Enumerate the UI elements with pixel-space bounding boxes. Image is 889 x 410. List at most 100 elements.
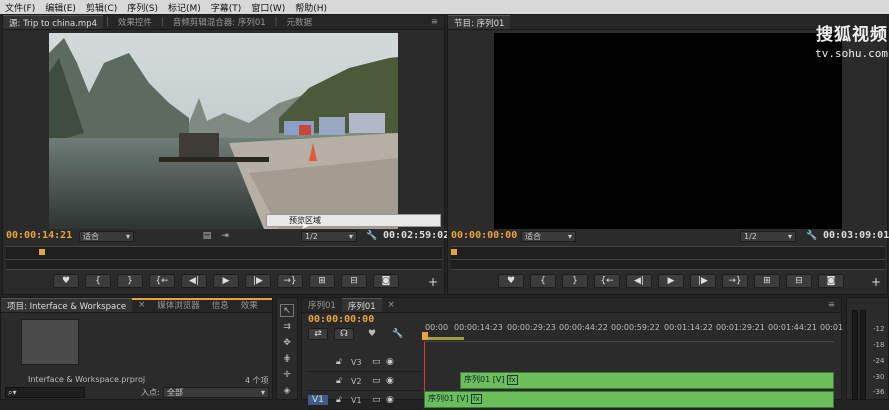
ripple-edit-tool-icon[interactable]: ✥ xyxy=(280,336,294,349)
tab-metadata[interactable]: 元数据 xyxy=(281,15,319,29)
clip-v2[interactable]: 序列01 [V] fx xyxy=(460,372,834,389)
search-field[interactable]: ⌕▾ xyxy=(5,387,85,398)
menu-file[interactable]: 文件(F) xyxy=(0,1,40,14)
go-to-out-button[interactable]: →} xyxy=(722,274,748,288)
track-select-tool-icon[interactable]: ⇉ xyxy=(280,320,294,333)
mark-in-button[interactable]: { xyxy=(530,274,556,288)
wrench-icon[interactable]: 🔧 xyxy=(806,230,818,242)
program-playhead[interactable] xyxy=(451,249,457,255)
sync-lock-icon[interactable]: ▭ xyxy=(372,376,381,386)
tab-effects[interactable]: 效果 xyxy=(235,298,264,312)
export-frame-button[interactable]: ◙ xyxy=(818,274,844,288)
work-area-bar[interactable] xyxy=(424,337,464,340)
mark-out-button[interactable]: } xyxy=(117,274,143,288)
play-button[interactable]: ▶ xyxy=(658,274,684,288)
mark-out-button[interactable]: } xyxy=(562,274,588,288)
project-thumbnail[interactable] xyxy=(21,319,79,365)
step-back-button[interactable]: ◀| xyxy=(626,274,652,288)
eye-icon[interactable]: ◉ xyxy=(386,395,394,405)
tab-effect-controls[interactable]: 效果控件 xyxy=(112,15,158,29)
search-icon: ⌕▾ xyxy=(8,387,17,397)
add-marker-button[interactable]: ♥ xyxy=(53,274,79,288)
panel-menu-icon[interactable]: ≡ xyxy=(822,298,841,312)
menu-sequence[interactable]: 序列(S) xyxy=(122,1,163,14)
tab-project[interactable]: 项目: Interface & Workspace xyxy=(1,298,133,312)
add-marker-icon[interactable]: ♥ xyxy=(366,328,378,340)
mark-in-button[interactable]: { xyxy=(85,274,111,288)
timeline-timecode[interactable]: 00:00:00:00 xyxy=(308,314,374,325)
eye-icon[interactable]: ◉ xyxy=(386,357,394,367)
play-button[interactable]: ▶ xyxy=(213,274,239,288)
sync-lock-icon[interactable]: ▭ xyxy=(372,395,381,405)
v1-source-patch[interactable]: V1 xyxy=(308,395,328,405)
close-icon[interactable]: × xyxy=(382,298,401,312)
program-fit-dropdown[interactable]: 适合 ▾ xyxy=(521,231,576,242)
go-to-out-button[interactable]: →} xyxy=(277,274,303,288)
extract-button[interactable]: ⊟ xyxy=(786,274,812,288)
timeline-ruler[interactable]: 00:00 00:00:14:23 00:00:29:23 00:00:44:2… xyxy=(422,320,843,342)
linked-selection-button[interactable]: ☊ xyxy=(334,328,354,340)
source-playhead[interactable] xyxy=(39,249,45,255)
lift-button[interactable]: ⊞ xyxy=(754,274,780,288)
tab-source[interactable]: 源: Trip to china.mp4 xyxy=(3,15,104,29)
river-landscape-image xyxy=(49,33,398,229)
go-to-in-button[interactable]: {← xyxy=(149,274,175,288)
tab-audio-mixer[interactable]: 音频剪辑混合器: 序列01 xyxy=(167,15,272,29)
source-tabs: 源: Trip to china.mp4 | 效果控件 | 音频剪辑混合器: 序… xyxy=(3,15,444,30)
preview-area-popup[interactable]: 预览区域 xyxy=(266,214,441,227)
track-v1-header: V1 🔓︎ V1 ▭ ◉ xyxy=(308,391,422,410)
add-marker-button[interactable]: ♥ xyxy=(498,274,524,288)
panel-menu-icon[interactable]: ≡ xyxy=(425,15,444,29)
settings-wrench-icon[interactable]: 🔧 xyxy=(392,328,404,340)
program-monitor-panel: 节目: 序列01 搜狐视频 tv.sohu.com 00:00:00:00 适合… xyxy=(447,14,889,295)
menu-window[interactable]: 窗口(W) xyxy=(246,1,290,14)
menu-title[interactable]: 字幕(T) xyxy=(206,1,247,14)
close-icon[interactable]: × xyxy=(132,298,151,312)
source-duration: 00:02:59:02 xyxy=(383,230,450,241)
lock-icon[interactable]: 🔓︎ xyxy=(336,376,342,386)
program-current-timecode[interactable]: 00:00:00:00 xyxy=(451,230,517,241)
add-button[interactable]: + xyxy=(870,275,882,289)
lock-icon[interactable]: 🔓︎ xyxy=(336,357,342,367)
tab-sequence-b[interactable]: 序列01 xyxy=(341,298,382,312)
selection-tool-icon[interactable]: ↖ xyxy=(280,304,294,317)
insert-arrow-icon[interactable]: ⇥ xyxy=(219,230,231,242)
go-to-in-button[interactable]: {← xyxy=(594,274,620,288)
timeline-playhead-handle[interactable] xyxy=(422,332,428,340)
lock-icon[interactable]: 🔓︎ xyxy=(336,395,342,405)
rolling-edit-tool-icon[interactable]: ⋕ xyxy=(280,352,294,365)
program-resolution-dropdown[interactable]: 1/2 ▾ xyxy=(740,231,796,242)
menu-clip[interactable]: 剪辑(C) xyxy=(81,1,122,14)
step-back-button[interactable]: ◀| xyxy=(181,274,207,288)
film-icon[interactable]: ▤ xyxy=(201,230,213,242)
sync-lock-icon[interactable]: ▭ xyxy=(372,357,381,367)
wrench-icon[interactable]: 🔧 xyxy=(366,230,378,242)
tools-panel: ↖ ⇉ ✥ ⋕ ✛ ◈ xyxy=(276,297,298,400)
fx-badge: fx xyxy=(470,394,482,404)
camera-icon: ◙ xyxy=(826,276,836,286)
eye-icon[interactable]: ◉ xyxy=(386,376,394,386)
source-fit-dropdown[interactable]: 适合 ▾ xyxy=(79,231,134,242)
step-forward-button[interactable]: |▶ xyxy=(245,274,271,288)
source-current-timecode[interactable]: 00:00:14:21 xyxy=(6,230,72,241)
insert-button[interactable]: ⊞ xyxy=(309,274,335,288)
snap-button[interactable]: ⇄ xyxy=(308,328,328,340)
entry-dropdown[interactable]: 全部 ▾ xyxy=(163,387,269,398)
tab-sequence-a[interactable]: 序列01 xyxy=(302,298,342,312)
tab-media-browser[interactable]: 媒体浏览器 xyxy=(151,298,206,312)
source-time-ruler[interactable] xyxy=(6,246,442,270)
tab-program[interactable]: 节目: 序列01 xyxy=(448,15,511,29)
program-time-ruler[interactable] xyxy=(451,246,885,270)
menu-edit[interactable]: 编辑(E) xyxy=(40,1,81,14)
add-button[interactable]: + xyxy=(427,275,439,289)
project-file-name: Interface & Workspace.prproj xyxy=(28,375,146,384)
source-resolution-dropdown[interactable]: 1/2 ▾ xyxy=(301,231,357,242)
tab-info[interactable]: 信息 xyxy=(206,298,235,312)
menu-marker[interactable]: 标记(M) xyxy=(163,1,206,14)
overwrite-button[interactable]: ⊟ xyxy=(341,274,367,288)
razor-tool-icon[interactable]: ◈ xyxy=(280,384,294,397)
export-frame-button[interactable]: ◙ xyxy=(373,274,399,288)
rate-stretch-tool-icon[interactable]: ✛ xyxy=(280,368,294,381)
menu-help[interactable]: 帮助(H) xyxy=(290,1,332,14)
step-forward-button[interactable]: |▶ xyxy=(690,274,716,288)
